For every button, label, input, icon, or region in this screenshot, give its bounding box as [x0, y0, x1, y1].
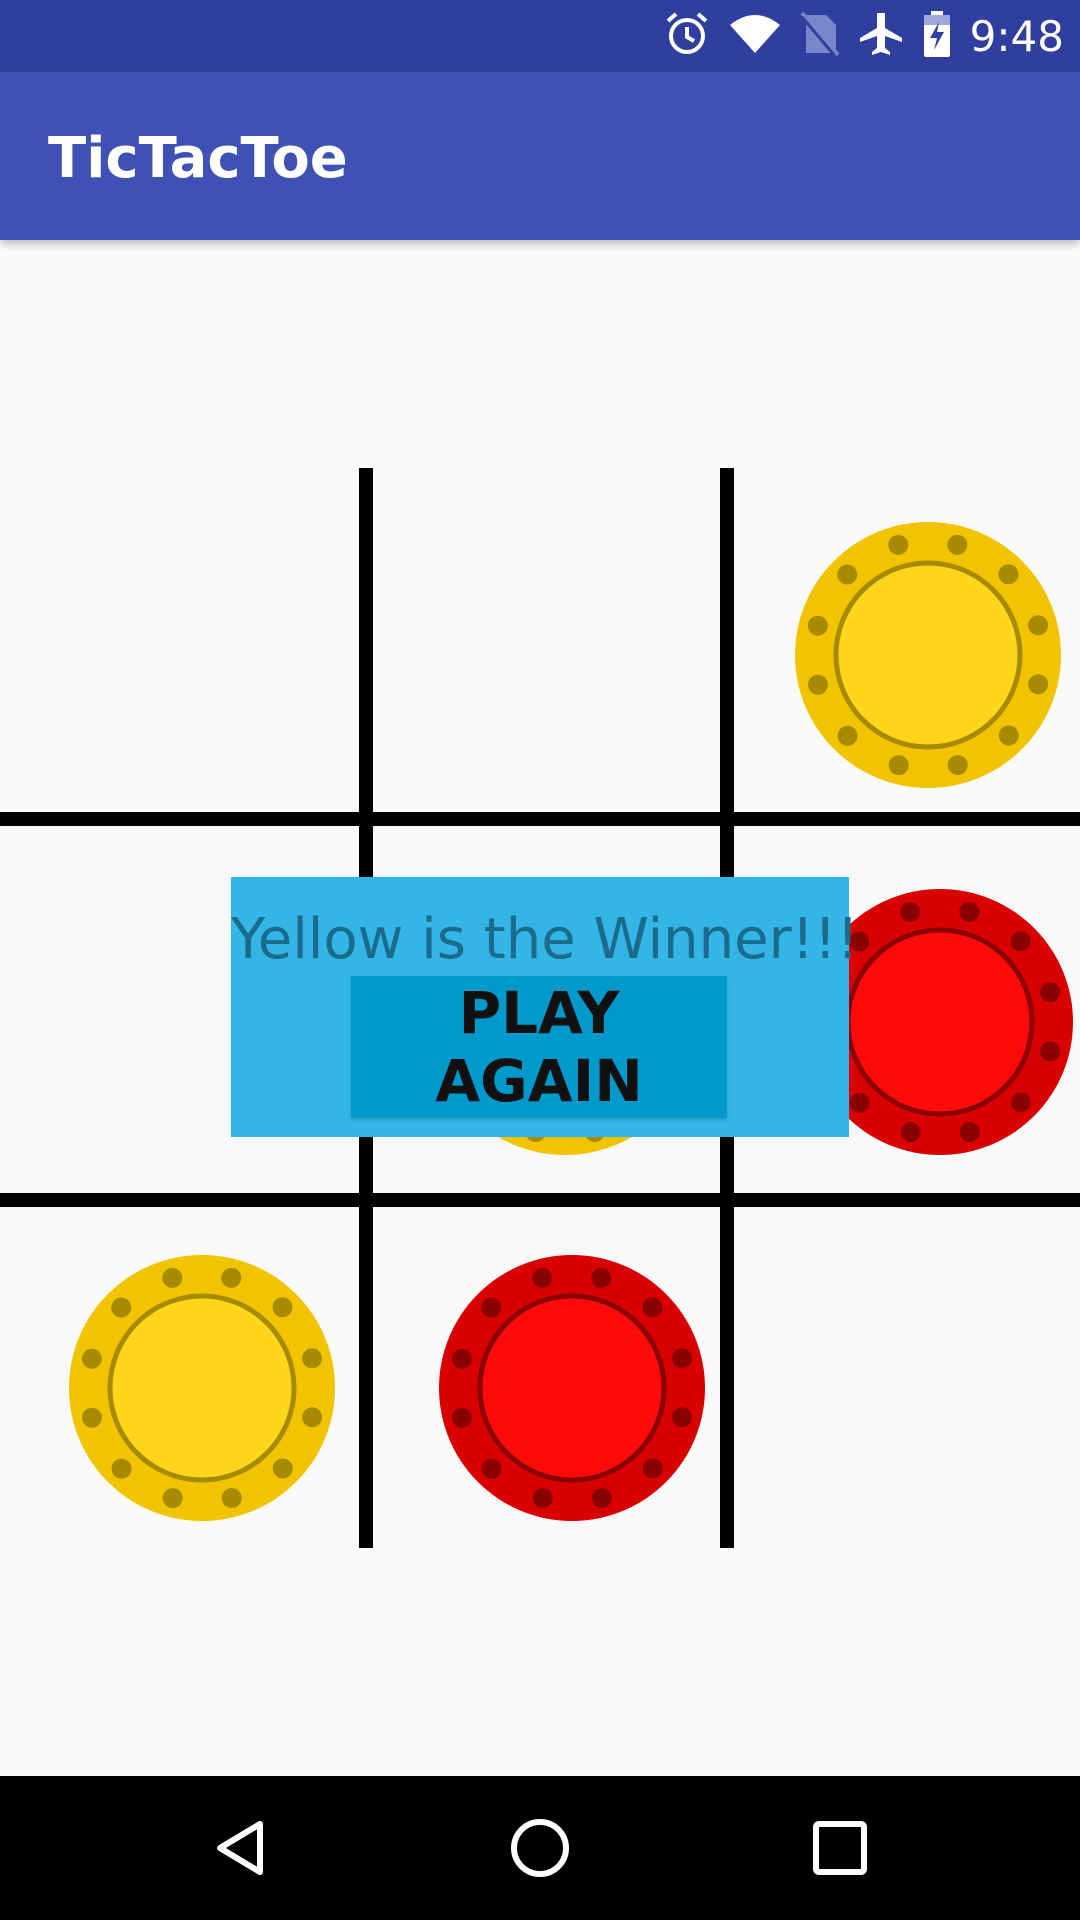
yellow-chip [793, 520, 1063, 790]
red-chip [437, 1253, 707, 1523]
winner-message: Yellow is the Winner!!! [231, 907, 859, 972]
yellow-chip [67, 1253, 337, 1523]
navigation-bar [0, 1776, 1080, 1920]
back-icon[interactable] [190, 1798, 290, 1898]
grid-line-horizontal-2 [0, 1193, 1080, 1207]
grid-line-horizontal-1 [0, 812, 1080, 826]
recents-icon[interactable] [790, 1798, 890, 1898]
winner-dialog: Yellow is the Winner!!! PLAY AGAIN [231, 877, 859, 1137]
home-icon[interactable] [490, 1798, 590, 1898]
play-again-button[interactable]: PLAY AGAIN [351, 976, 727, 1118]
